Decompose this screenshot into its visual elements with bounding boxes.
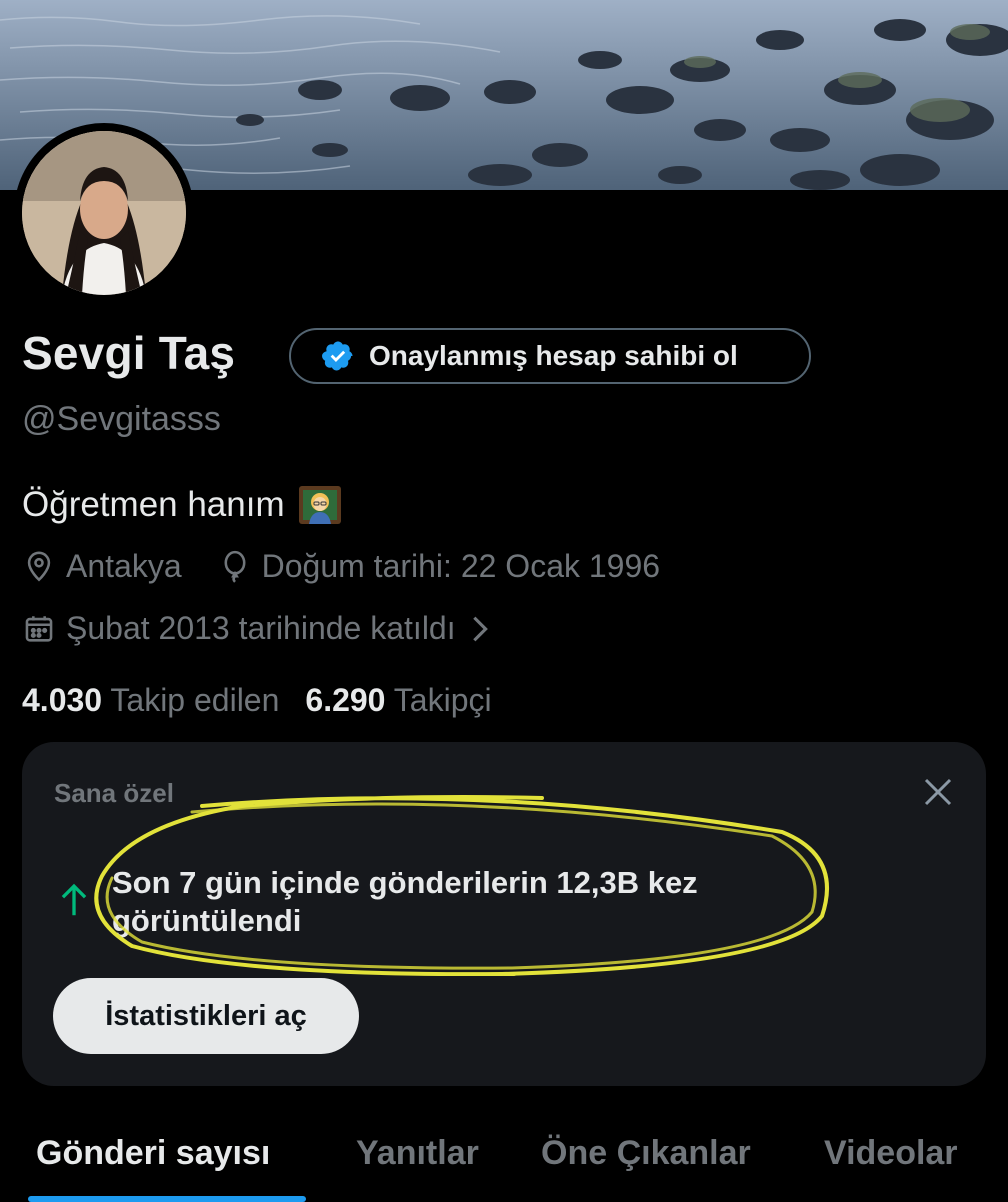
profile-name: Sevgi Taş [22, 327, 236, 379]
location-text: Antakya [66, 548, 182, 584]
followers-count: 6.290 [305, 682, 386, 718]
close-icon[interactable] [920, 774, 956, 810]
following-count: 4.030 [22, 682, 103, 718]
get-verified-label: Onaylanmış hesap sahibi ol [369, 340, 738, 371]
following-link[interactable]: 4.030 Takip edilen [22, 682, 279, 719]
joined-text: Şubat 2013 tarihinde katıldı [66, 610, 456, 646]
profile-avatar[interactable] [14, 123, 194, 303]
profile-bio: Öğretmen hanım [22, 482, 343, 528]
tab-highlights[interactable]: Öne Çıkanlar [541, 1134, 751, 1173]
birthday-text: Doğum tarihi: 22 Ocak 1996 [261, 548, 661, 584]
insight-card: Sana özel Son 7 gün içinde gönderilerin … [22, 742, 986, 1086]
following-label: Takip edilen [110, 682, 280, 718]
followers-label: Takipçi [393, 682, 492, 718]
bio-text: Öğretmen hanım [22, 485, 285, 524]
profile-tabs: Gönderi sayısı Yanıtlar Öne Çıkanlar Vid… [0, 1120, 1008, 1202]
tab-videos[interactable]: Videolar [824, 1134, 958, 1173]
joined-row[interactable]: Şubat 2013 tarihinde katıldı [22, 610, 502, 647]
avatar-photo [22, 131, 186, 295]
verified-badge-icon [321, 339, 355, 373]
highlight-scribble [82, 776, 862, 1004]
location-pin-icon [22, 550, 56, 584]
get-verified-button[interactable]: Onaylanmış hesap sahibi ol [289, 328, 811, 384]
profile-handle: @Sevgitasss [22, 400, 221, 438]
active-tab-indicator [28, 1196, 306, 1202]
open-stats-button[interactable]: İstatistikleri aç [53, 978, 359, 1054]
balloon-icon [218, 550, 252, 584]
teacher-emoji-icon [297, 482, 343, 528]
tab-posts[interactable]: Gönderi sayısı [36, 1134, 270, 1173]
profile-meta-row: Antakya Doğum tarihi: 22 Ocak 1996 [22, 548, 660, 585]
follow-counts: 4.030 Takip edilen 6.290 Takipçi [22, 682, 492, 719]
chevron-right-icon [468, 612, 492, 646]
calendar-icon [22, 612, 56, 646]
followers-link[interactable]: 6.290 Takipçi [305, 682, 491, 719]
tab-replies[interactable]: Yanıtlar [356, 1134, 479, 1173]
